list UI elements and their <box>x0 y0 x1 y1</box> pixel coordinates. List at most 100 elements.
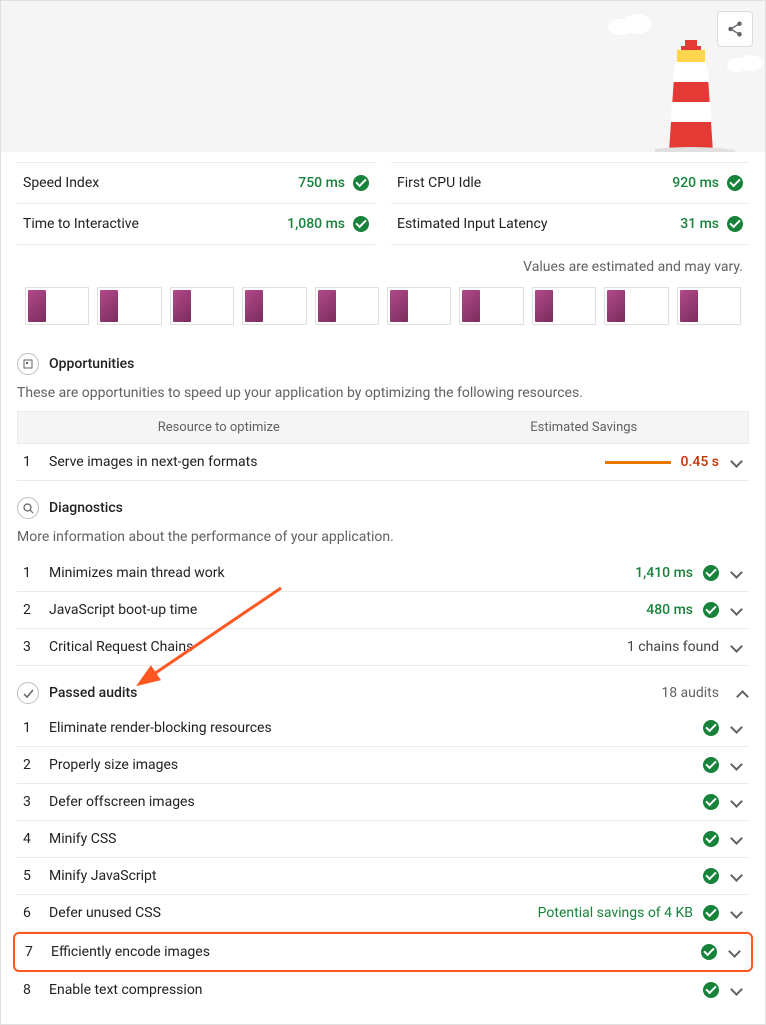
chevron-down-icon[interactable] <box>729 603 743 617</box>
pass-icon <box>703 602 719 618</box>
opportunities-table-header: Resource to optimize Estimated Savings <box>17 411 749 444</box>
row-num: 7 <box>25 944 47 960</box>
row-num: 6 <box>23 905 45 921</box>
row-text: Defer offscreen images <box>49 794 699 810</box>
filmstrip-frame <box>97 287 161 325</box>
filmstrip-frame <box>532 287 596 325</box>
passed-audit-row[interactable]: 4 Minify CSS <box>17 821 749 858</box>
row-num: 1 <box>23 454 45 470</box>
chevron-down-icon[interactable] <box>729 832 743 846</box>
chevron-down-icon[interactable] <box>729 795 743 809</box>
pass-icon <box>703 982 719 998</box>
row-num: 2 <box>23 602 45 618</box>
row-text: Minify CSS <box>49 831 699 847</box>
row-num: 3 <box>23 794 45 810</box>
chevron-down-icon[interactable] <box>729 455 743 469</box>
metric-value: 1,080 ms <box>287 216 345 232</box>
pass-icon <box>703 868 719 884</box>
metric-speed-index: Speed Index 750 ms <box>17 162 375 204</box>
metric-first-cpu-idle: First CPU Idle 920 ms <box>391 162 749 204</box>
row-text: Minify JavaScript <box>49 868 699 884</box>
section-title: Passed audits <box>49 685 137 701</box>
passed-audits-header[interactable]: Passed audits 18 audits <box>17 676 749 710</box>
filmstrip-frame <box>170 287 234 325</box>
col-resource: Resource to optimize <box>18 412 420 443</box>
opportunity-row[interactable]: 1 Serve images in next-gen formats 0.45 … <box>17 444 749 481</box>
passed-audit-row[interactable]: 5 Minify JavaScript <box>17 858 749 895</box>
passed-audit-row[interactable]: 2 Properly size images <box>17 747 749 784</box>
filmstrip-frame <box>604 287 668 325</box>
row-num: 4 <box>23 831 45 847</box>
diagnostic-value: 1,410 ms <box>635 565 693 581</box>
pass-icon <box>703 720 719 736</box>
row-num: 1 <box>23 720 45 736</box>
lighthouse-icon <box>655 32 735 152</box>
chevron-up-icon[interactable] <box>735 686 749 700</box>
diagnostic-row[interactable]: 2 JavaScript boot-up time 480 ms <box>17 592 749 629</box>
cloud-icon <box>605 9 655 35</box>
opportunities-desc: These are opportunities to speed up your… <box>17 381 749 411</box>
filmstrip-frame <box>387 287 451 325</box>
row-num: 2 <box>23 757 45 773</box>
passed-audit-row[interactable]: 1 Eliminate render-blocking resources <box>17 710 749 747</box>
row-text: Critical Request Chains <box>49 639 623 655</box>
pass-icon <box>727 216 743 232</box>
audits-count: 18 audits <box>661 685 725 701</box>
chevron-down-icon[interactable] <box>729 640 743 654</box>
row-text: Serve images in next-gen formats <box>49 454 601 470</box>
chevron-down-icon[interactable] <box>729 983 743 997</box>
report-header <box>0 0 766 152</box>
check-icon <box>17 682 39 704</box>
diagnostics-header: Diagnostics <box>17 491 749 525</box>
metrics-grid: Speed Index 750 ms Time to Interactive 1… <box>17 152 749 245</box>
chevron-down-icon[interactable] <box>729 906 743 920</box>
row-text: Minimizes main thread work <box>49 565 631 581</box>
diagnostics-desc: More information about the performance o… <box>17 525 749 555</box>
chevron-down-icon[interactable] <box>729 758 743 772</box>
pass-icon <box>353 175 369 191</box>
potential-savings: Potential savings of 4 KB <box>538 905 693 921</box>
pass-icon <box>353 216 369 232</box>
pass-icon <box>703 794 719 810</box>
chevron-down-icon[interactable] <box>729 721 743 735</box>
col-savings: Estimated Savings <box>420 412 749 443</box>
pass-icon <box>703 565 719 581</box>
filmstrip <box>17 287 749 333</box>
chevron-down-icon[interactable] <box>729 869 743 883</box>
row-num: 1 <box>23 565 45 581</box>
diagnostic-value: 480 ms <box>646 602 693 618</box>
estimate-note: Values are estimated and may vary. <box>17 245 749 287</box>
passed-audit-row-highlighted[interactable]: 7 Efficiently encode images <box>13 932 753 972</box>
diagnostic-row[interactable]: 3 Critical Request Chains 1 chains found <box>17 629 749 666</box>
chevron-down-icon[interactable] <box>727 945 741 959</box>
passed-audit-row[interactable]: 8 Enable text compression <box>17 972 749 1008</box>
filmstrip-frame <box>677 287 741 325</box>
opportunities-header: Opportunities <box>17 347 749 381</box>
passed-audit-row[interactable]: 3 Defer offscreen images <box>17 784 749 821</box>
opportunities-icon <box>17 353 39 375</box>
row-num: 5 <box>23 868 45 884</box>
metric-time-to-interactive: Time to Interactive 1,080 ms <box>17 204 375 245</box>
row-text: Eliminate render-blocking resources <box>49 720 699 736</box>
metric-label: Speed Index <box>23 175 99 191</box>
diagnostic-row[interactable]: 1 Minimizes main thread work 1,410 ms <box>17 555 749 592</box>
pass-icon <box>703 905 719 921</box>
pass-icon <box>727 175 743 191</box>
savings-value: 0.45 s <box>681 454 719 470</box>
metric-label: Estimated Input Latency <box>397 216 547 232</box>
cloud-icon <box>725 53 765 73</box>
report-body: Speed Index 750 ms Time to Interactive 1… <box>0 152 766 1025</box>
section-title: Diagnostics <box>49 500 123 516</box>
diagnostic-value: 1 chains found <box>627 639 719 655</box>
chevron-down-icon[interactable] <box>729 566 743 580</box>
row-text: Properly size images <box>49 757 699 773</box>
magnify-icon <box>17 497 39 519</box>
passed-audit-row[interactable]: 6 Defer unused CSS Potential savings of … <box>17 895 749 932</box>
metric-value: 920 ms <box>672 175 719 191</box>
filmstrip-frame <box>25 287 89 325</box>
pass-icon <box>703 757 719 773</box>
row-text: Defer unused CSS <box>49 905 534 921</box>
metric-label: Time to Interactive <box>23 216 139 232</box>
pass-icon <box>703 831 719 847</box>
filmstrip-frame <box>242 287 306 325</box>
